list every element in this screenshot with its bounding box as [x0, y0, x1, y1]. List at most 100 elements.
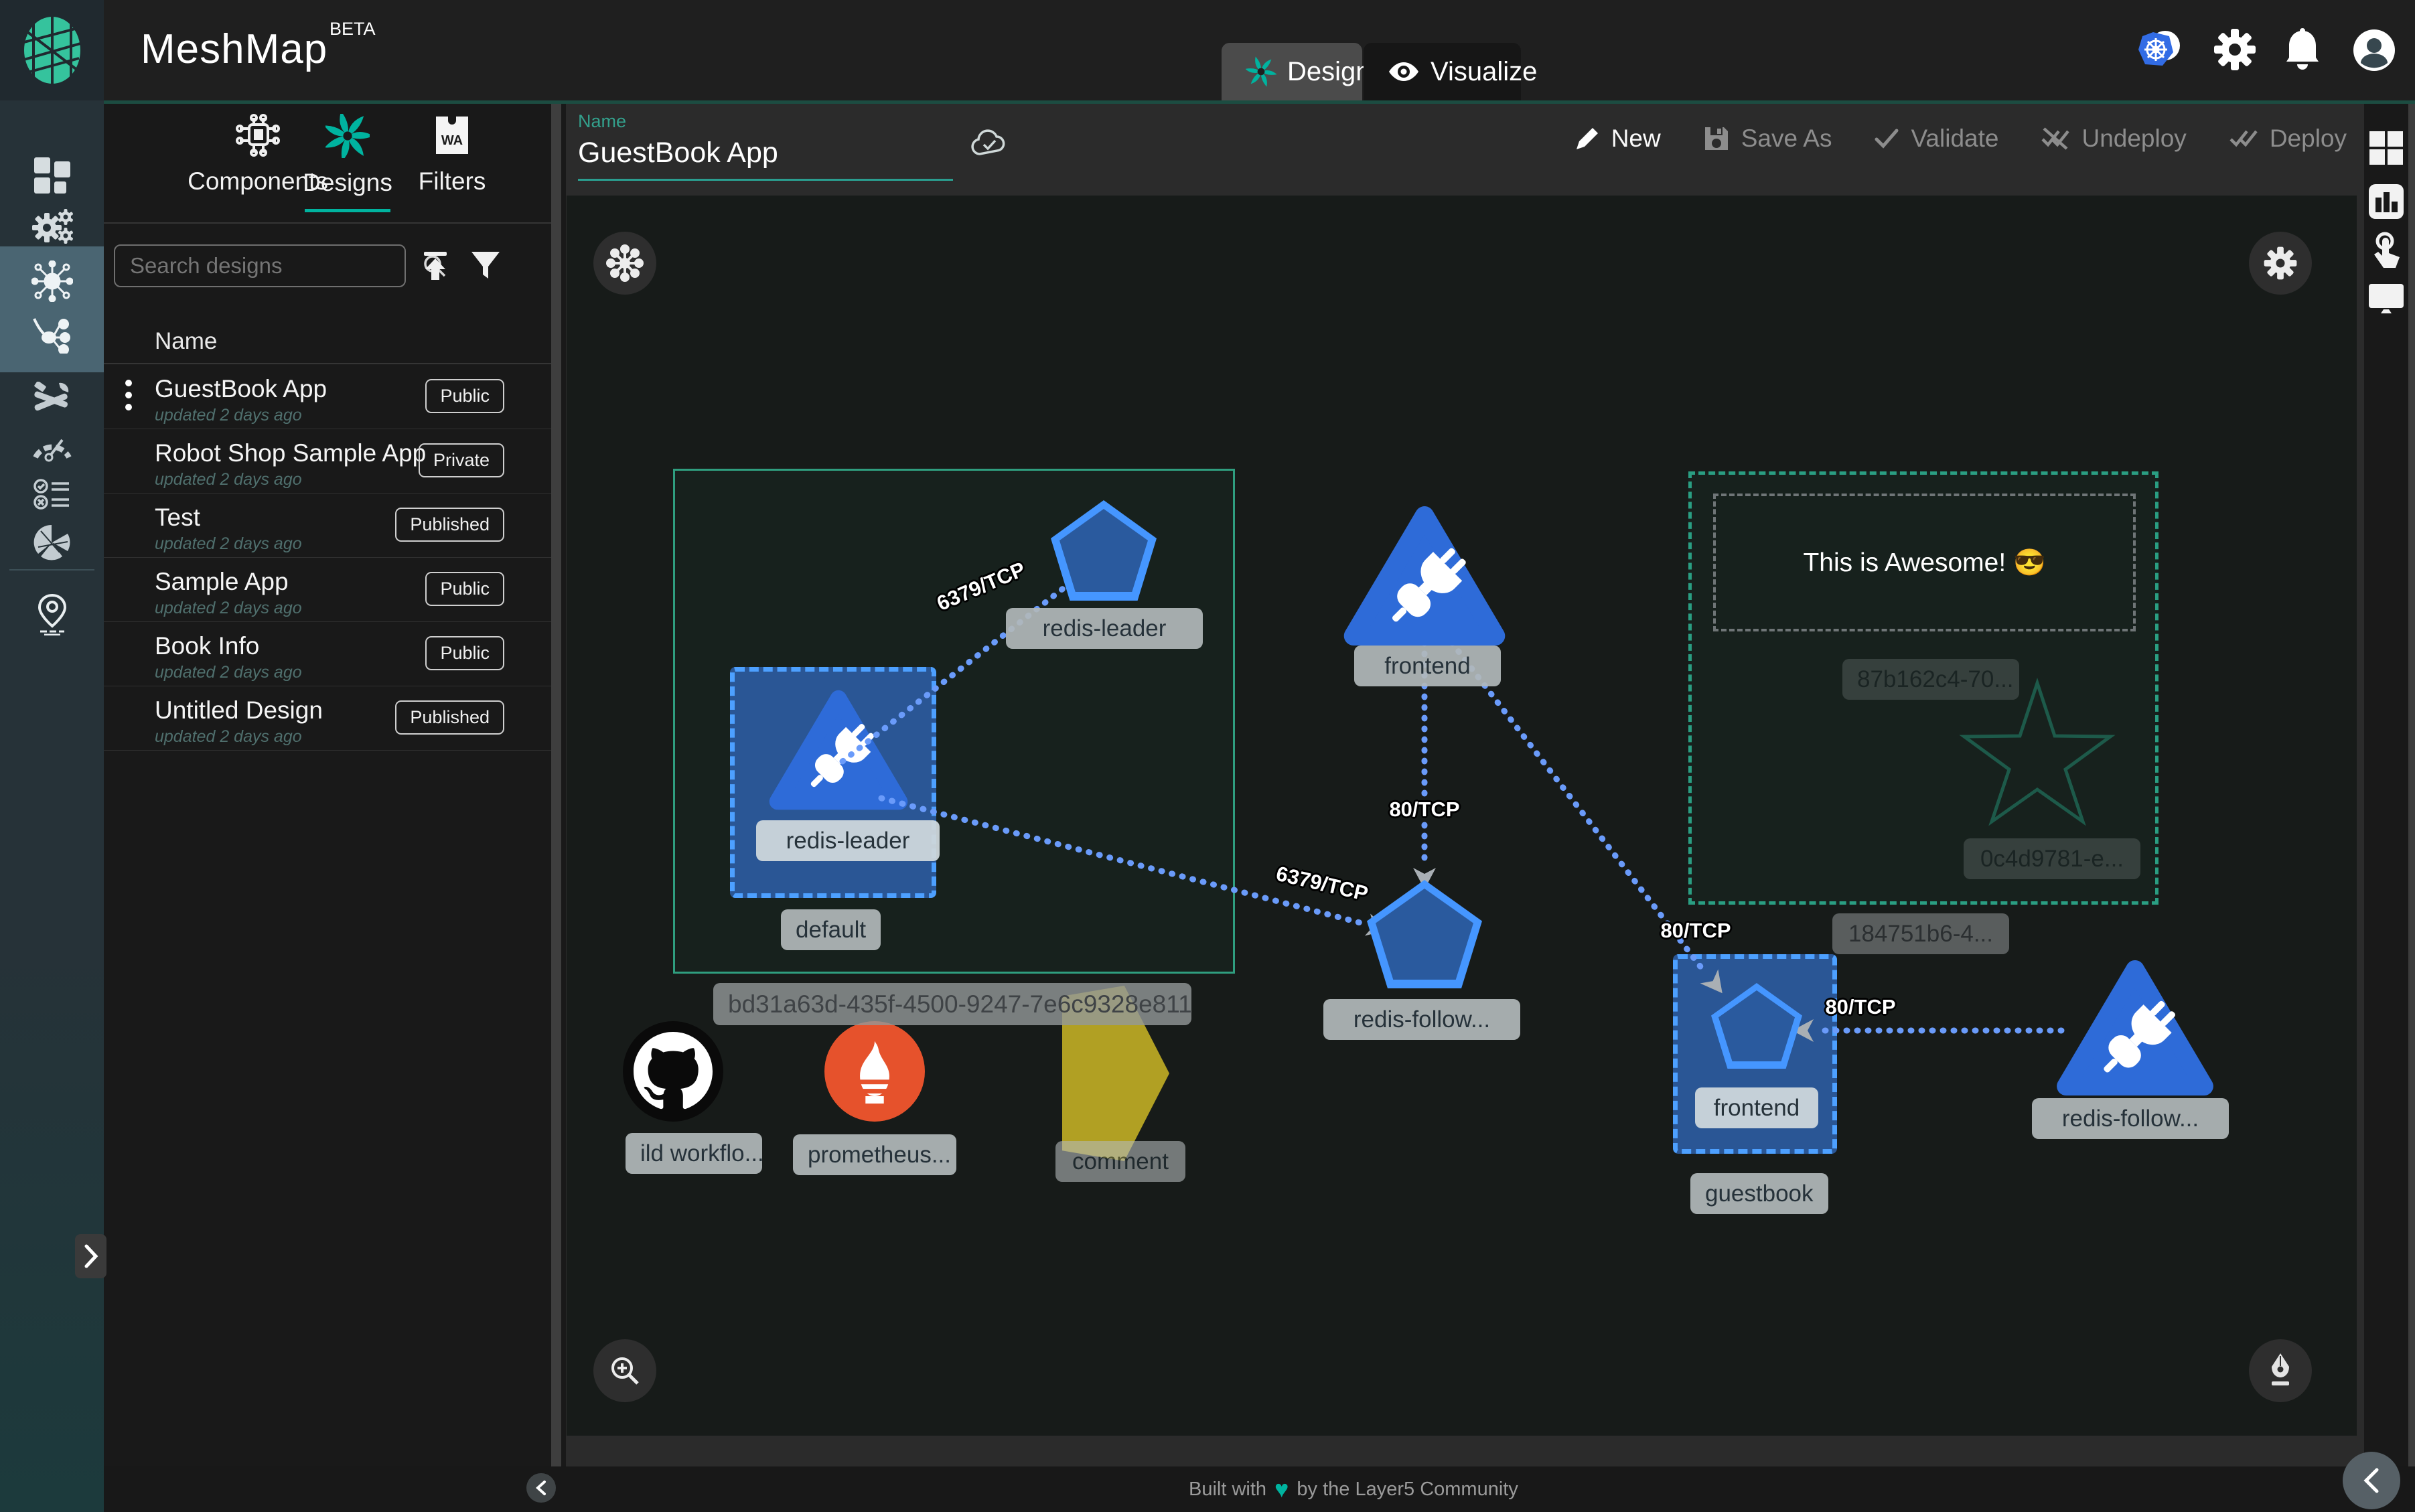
- collapse-right-panel-button[interactable]: [2343, 1452, 2400, 1509]
- panel-tab-filters-label: Filters: [419, 167, 486, 196]
- node-label: frontend: [1695, 1087, 1818, 1128]
- layouts-grid-icon[interactable]: [2367, 129, 2406, 167]
- node-label: redis-leader: [756, 820, 940, 861]
- meshery-logo[interactable]: [0, 0, 104, 100]
- undeploy-button[interactable]: Undeploy: [2040, 125, 2186, 153]
- canvas-settings-gear-button[interactable]: [2249, 232, 2312, 295]
- heart-icon: ♥: [1274, 1475, 1289, 1503]
- star-id-chip: 0c4d9781-e...: [1964, 838, 2140, 879]
- design-row-sample-app[interactable]: Sample App updated 2 days ago Public: [104, 557, 551, 622]
- design-name-label: Name: [578, 111, 626, 132]
- search-designs-box: [114, 244, 406, 287]
- node-label-github-workflow: ild workflo...: [626, 1133, 762, 1174]
- settings-gear-icon[interactable]: [2213, 28, 2258, 72]
- canvas-hub-menu-button[interactable]: [593, 232, 656, 295]
- nav-location-marker-icon[interactable]: [0, 589, 104, 640]
- footer-credit: Built with ♥ by the Layer5 Community: [1189, 1475, 1518, 1503]
- panel-tab-filters[interactable]: WA Filters: [392, 114, 512, 196]
- undeploy-icon: [2040, 126, 2071, 151]
- node-label-redis-leader: redis-leader: [1006, 608, 1203, 649]
- nav-extensions-icon[interactable]: [0, 517, 104, 568]
- node-github-workflow[interactable]: [623, 1021, 723, 1122]
- save-as-button[interactable]: Save As: [1702, 125, 1832, 153]
- arrowhead: [1700, 970, 1731, 1000]
- designs-drawer: Components Designs WA Filters: [104, 100, 566, 1466]
- interaction-touch-icon[interactable]: [2367, 232, 2406, 271]
- node-label-comment: comment: [1055, 1141, 1185, 1182]
- design-actions-toolbar: New Save As Validate Undeploy Deploy: [1574, 125, 2347, 153]
- validate-button[interactable]: Validate: [1874, 125, 1999, 153]
- zoom-in-button[interactable]: [593, 1339, 656, 1402]
- design-row-test[interactable]: Test updated 2 days ago Published: [104, 493, 551, 558]
- footer-bar: Built with ♥ by the Layer5 Community: [104, 1466, 2415, 1512]
- kubernetes-context-icon[interactable]: [2133, 28, 2177, 72]
- prometheus-flame-icon: [847, 1039, 903, 1104]
- design-row-untitled-design[interactable]: Untitled Design updated 2 days ago Publi…: [104, 686, 551, 751]
- group-label-default: default: [781, 909, 881, 950]
- svg-text:WA: WA: [441, 133, 463, 148]
- panel-scrollbar[interactable]: [551, 100, 561, 1466]
- deploy-button[interactable]: Deploy: [2228, 125, 2347, 153]
- port-label: 80/TCP: [1660, 919, 1731, 943]
- nav-designs-icon[interactable]: [0, 309, 104, 360]
- design-name-input[interactable]: [578, 137, 953, 181]
- scroll-left-button[interactable]: [526, 1473, 556, 1503]
- user-avatar[interactable]: [2352, 28, 2396, 72]
- nav-conformance-checklist-icon[interactable]: [0, 469, 104, 520]
- nav-meshmap-icon[interactable]: [0, 256, 104, 307]
- node-redis-follower-endpoint[interactable]: [2055, 959, 2215, 1097]
- node-label-redis-follower: redis-follow...: [1323, 999, 1520, 1040]
- github-icon: [634, 1032, 713, 1111]
- meshmap-app: MeshMap BETA Design Visualize: [0, 0, 2415, 1512]
- new-button[interactable]: New: [1574, 125, 1661, 153]
- tab-design[interactable]: Design: [1222, 43, 1362, 100]
- node-label-redis-follower-endpoint: redis-follow...: [2032, 1098, 2229, 1139]
- nav-configuration-tools-icon[interactable]: [0, 375, 104, 426]
- port-label: 80/TCP: [1825, 995, 1895, 1019]
- group-label-guestbook: guestbook: [1690, 1173, 1828, 1214]
- panel-tab-designs-label: Designs: [303, 169, 392, 197]
- design-row-guestbook-app[interactable]: GuestBook App updated 2 days ago Public: [104, 364, 551, 429]
- node-prometheus[interactable]: [824, 1021, 925, 1122]
- active-tab-underline: [305, 209, 390, 212]
- window-scrollbar[interactable]: [2408, 100, 2415, 1512]
- edges-layer: [567, 196, 2357, 1436]
- metrics-chart-icon[interactable]: [2367, 182, 2406, 221]
- visibility-badge[interactable]: Public: [425, 572, 504, 606]
- visibility-badge[interactable]: Published: [395, 508, 504, 542]
- node-frontend-service[interactable]: [1342, 505, 1507, 647]
- notifications-bell-icon[interactable]: [2282, 28, 2327, 72]
- design-canvas[interactable]: This is Awesome! 😎: [567, 196, 2357, 1436]
- filter-funnel-icon[interactable]: [469, 249, 502, 283]
- drawer-expand-button[interactable]: [75, 1234, 106, 1278]
- guestbook-id-chip: 184751b6-4...: [1832, 913, 2009, 954]
- visibility-badge[interactable]: Public: [425, 379, 504, 413]
- node-label-prometheus: prometheus...: [793, 1134, 956, 1175]
- tab-visualize-label: Visualize: [1431, 57, 1537, 87]
- nav-lifecycle-gears-icon[interactable]: [0, 201, 104, 252]
- floppy-icon: [1702, 125, 1731, 153]
- visibility-badge[interactable]: Private: [419, 443, 504, 477]
- search-designs-input[interactable]: [115, 253, 421, 279]
- nav-dashboard-icon[interactable]: [0, 150, 104, 201]
- row-menu-kebab-icon[interactable]: [124, 378, 133, 412]
- pen-tool-button[interactable]: [2249, 1339, 2312, 1402]
- publish-upload-icon[interactable]: [419, 249, 452, 283]
- display-monitor-icon[interactable]: [2367, 280, 2406, 319]
- wasm-filters-icon: WA: [433, 114, 471, 157]
- star-shape[interactable]: [1964, 683, 2110, 822]
- cloud-saved-icon: [970, 129, 1008, 158]
- port-label: 80/TCP: [1389, 798, 1459, 822]
- visibility-badge[interactable]: Public: [425, 636, 504, 670]
- left-nav-rail: [0, 0, 104, 1512]
- comment-id-chip: 87b162c4-70...: [1842, 659, 2019, 700]
- tab-visualize[interactable]: Visualize: [1364, 43, 1521, 100]
- visibility-badge[interactable]: Published: [395, 700, 504, 735]
- edge-redisleader-follower[interactable]: [881, 798, 1360, 923]
- design-row-robot-shop[interactable]: Robot Shop Sample App updated 2 days ago…: [104, 429, 551, 494]
- design-id-chip: bd31a63d-435f-4500-9247-7e6c9328e811: [713, 983, 1191, 1025]
- design-row-book-info[interactable]: Book Info updated 2 days ago Public: [104, 621, 551, 686]
- nav-performance-gauge-icon[interactable]: [0, 421, 104, 471]
- tab-design-label: Design: [1287, 57, 1371, 87]
- design-list-header: Name: [155, 328, 217, 355]
